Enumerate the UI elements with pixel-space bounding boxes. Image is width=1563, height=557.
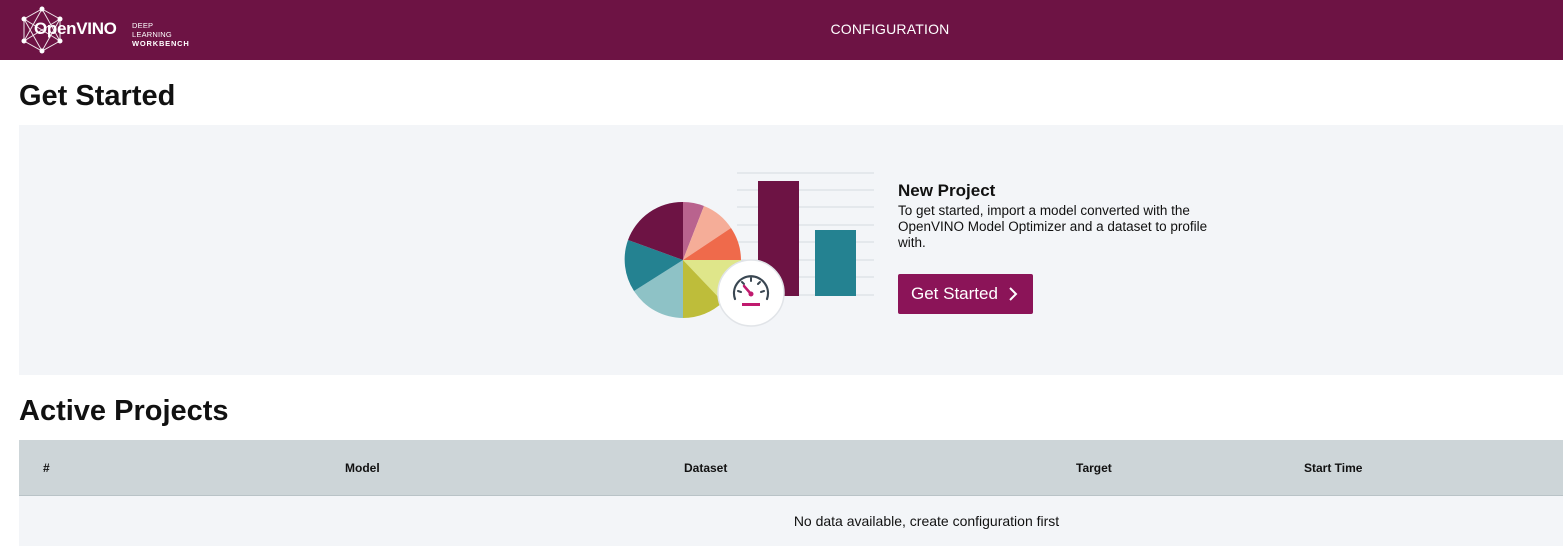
- active-projects-heading: Active Projects: [19, 395, 229, 427]
- nav-configuration-wrap: CONFIGURATION: [0, 21, 1563, 37]
- get-started-button-label: Get Started: [911, 284, 998, 303]
- table-header: # Model Dataset Target Start Time: [19, 440, 1563, 495]
- empty-state-message: No data available, create configuration …: [793, 513, 1060, 529]
- get-started-panel: New Project To get started, import a mod…: [19, 125, 1563, 375]
- top-navbar: OpenVINO DEEP LEARNING WORKBENCH CONFIGU…: [0, 0, 1563, 60]
- col-header-start-time[interactable]: Start Time: [1304, 461, 1362, 475]
- logo-subtitle-line2: WORKBENCH: [132, 39, 190, 48]
- get-started-button[interactable]: Get Started: [898, 274, 1033, 314]
- active-projects-table: # Model Dataset Target Start Time No dat…: [19, 440, 1563, 546]
- empty-state-wrap: No data available, create configuration …: [19, 513, 1563, 529]
- table-body: No data available, create configuration …: [19, 495, 1563, 546]
- get-started-illustration: [624, 172, 874, 327]
- get-started-heading: Get Started: [19, 80, 176, 112]
- chevron-right-icon: [1009, 287, 1018, 301]
- col-header-number[interactable]: #: [43, 461, 50, 475]
- new-project-title: New Project: [898, 181, 996, 200]
- new-project-description: To get started, import a model converted…: [898, 203, 1208, 250]
- new-project-card: New Project To get started, import a mod…: [898, 181, 1238, 251]
- col-header-target[interactable]: Target: [1076, 461, 1112, 475]
- speedometer-icon: [717, 259, 785, 327]
- col-header-model[interactable]: Model: [345, 461, 380, 475]
- col-header-dataset[interactable]: Dataset: [684, 461, 727, 475]
- nav-configuration-link[interactable]: CONFIGURATION: [830, 21, 949, 37]
